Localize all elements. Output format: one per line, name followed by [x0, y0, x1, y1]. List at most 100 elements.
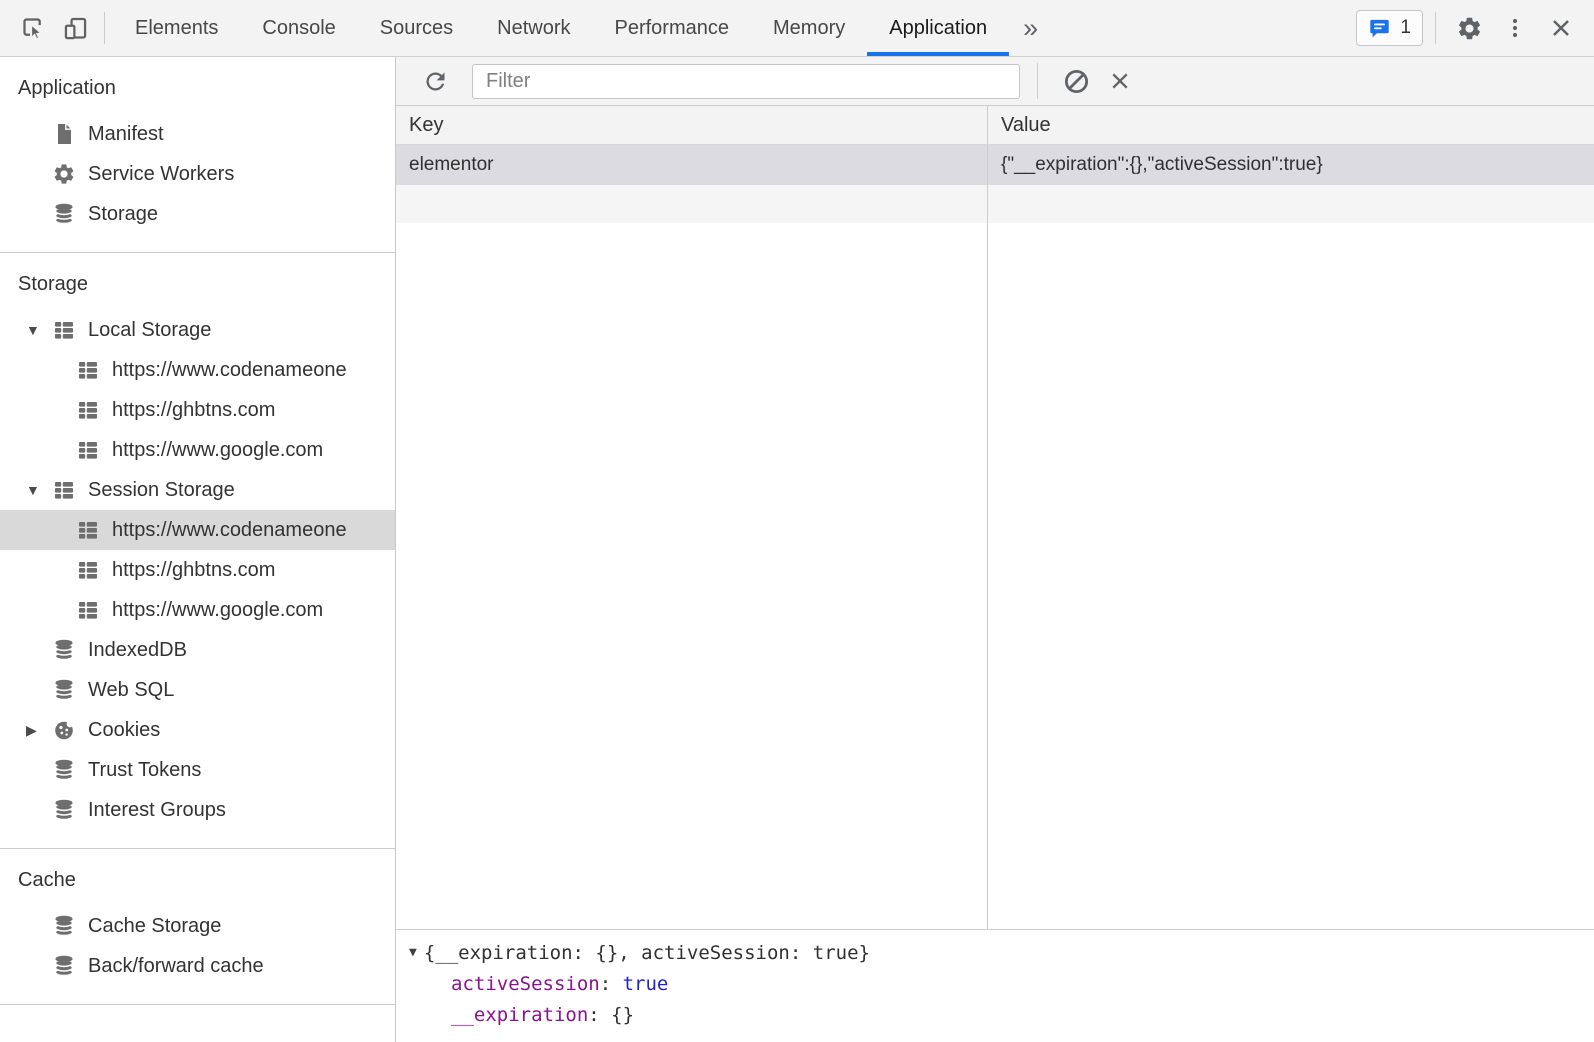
database-icon	[52, 798, 76, 822]
tab-elements[interactable]: Elements	[113, 0, 240, 56]
table-icon	[76, 398, 100, 422]
tree-item-label: Cookies	[88, 719, 160, 742]
property-value: {}	[611, 1004, 634, 1026]
more-tabs-button[interactable]: »	[1009, 0, 1052, 56]
column-header-value: Value	[988, 106, 1594, 144]
tab-memory[interactable]: Memory	[751, 0, 867, 56]
tree-item-indexeddb[interactable]: IndexedDB	[0, 630, 395, 670]
close-icon	[1548, 15, 1574, 41]
device-toolbar-button[interactable]	[54, 0, 96, 56]
clear-icon	[1107, 68, 1133, 94]
issues-button[interactable]: 1	[1356, 10, 1423, 46]
tree-item-label: https://www.google.com	[112, 599, 323, 622]
tab-application[interactable]: Application	[867, 0, 1009, 56]
kebab-menu-icon	[1503, 16, 1527, 40]
devtools-tabbar: Elements Console Sources Network Perform…	[0, 0, 1594, 57]
gear-icon	[1456, 15, 1483, 42]
tab-console[interactable]: Console	[240, 0, 357, 56]
toolbar-divider	[1037, 63, 1038, 99]
settings-button[interactable]	[1448, 0, 1490, 56]
sidebar-item-storage[interactable]: Storage	[0, 194, 395, 234]
datagrid-header: Key Value	[396, 106, 1594, 145]
tree-item-label: Trust Tokens	[88, 759, 201, 782]
tree-item-label: Web SQL	[88, 679, 174, 702]
table-icon	[76, 438, 100, 462]
column-header-key: Key	[396, 106, 988, 144]
database-icon	[52, 638, 76, 662]
tree-item-origin-selected[interactable]: https://www.codenameone	[0, 510, 395, 550]
gear-icon	[52, 162, 76, 186]
database-icon	[52, 202, 76, 226]
storage-toolbar	[396, 57, 1594, 106]
inspect-element-button[interactable]	[12, 0, 54, 56]
refresh-button[interactable]	[413, 59, 457, 103]
device-toolbar-icon	[62, 15, 89, 42]
sidebar-section-next	[0, 1005, 395, 1042]
sidebar-item-manifest[interactable]: Manifest	[0, 114, 395, 154]
tree-item-label: https://www.google.com	[112, 439, 323, 462]
tree-item-label: Session Storage	[88, 479, 235, 502]
tree-item-cookies[interactable]: ▶ Cookies	[0, 710, 395, 750]
object-summary-line: ▼{__expiration: {}, activeSession: true}	[409, 937, 1594, 968]
table-icon	[76, 558, 100, 582]
tabbar-left-tools	[0, 0, 113, 56]
delete-selected-button[interactable]	[1098, 59, 1142, 103]
row-key-cell[interactable]: elementor	[396, 145, 988, 185]
tab-network[interactable]: Network	[475, 0, 592, 56]
table-row[interactable]: elementor {"__expiration":{},"activeSess…	[396, 145, 1594, 185]
tree-item-interest-groups[interactable]: Interest Groups	[0, 790, 395, 830]
datagrid-filler	[396, 223, 1594, 929]
tree-item-origin[interactable]: https://ghbtns.com	[0, 550, 395, 590]
object-property-line: activeSession: true	[409, 968, 1594, 999]
refresh-icon	[422, 68, 449, 95]
tree-item-origin[interactable]: https://www.google.com	[0, 590, 395, 630]
row-value-cell[interactable]: {"__expiration":{},"activeSession":true}	[988, 145, 1594, 185]
sidebar-section-application: Application Manifest	[0, 57, 395, 253]
issues-count: 1	[1400, 17, 1411, 39]
tabbar-right-tools: 1	[1356, 0, 1594, 56]
sidebar-item-service-workers[interactable]: Service Workers	[0, 154, 395, 194]
section-title-cache: Cache	[0, 857, 395, 906]
chevron-down-icon[interactable]: ▼	[26, 322, 52, 338]
tree-item-trust-tokens[interactable]: Trust Tokens	[0, 750, 395, 790]
section-title-storage: Storage	[0, 261, 395, 310]
database-icon	[52, 678, 76, 702]
property-name: activeSession	[451, 973, 600, 995]
sidebar-item-label: Manifest	[88, 123, 164, 146]
tree-item-label: https://ghbtns.com	[112, 399, 275, 422]
tree-item-origin[interactable]: https://www.codenameone	[0, 350, 395, 390]
tree-item-origin[interactable]: https://www.google.com	[0, 430, 395, 470]
inspect-icon	[20, 15, 47, 42]
more-options-button[interactable]	[1494, 0, 1536, 56]
filter-input[interactable]	[472, 64, 1020, 99]
table-icon	[76, 598, 100, 622]
table-row-empty[interactable]	[396, 185, 1594, 223]
sidebar-item-label: Service Workers	[88, 163, 234, 186]
sidebar-item-label: Back/forward cache	[88, 955, 264, 978]
sidebar-item-cache-storage[interactable]: Cache Storage	[0, 906, 395, 946]
sidebar-item-back-forward-cache[interactable]: Back/forward cache	[0, 946, 395, 986]
chevron-right-icon[interactable]: ▶	[26, 722, 52, 739]
close-devtools-button[interactable]	[1540, 0, 1582, 56]
clear-all-button[interactable]	[1054, 59, 1098, 103]
tabbar-divider	[104, 12, 105, 44]
tree-item-origin[interactable]: https://ghbtns.com	[0, 390, 395, 430]
sidebar-section-cache: Cache Cache Storage	[0, 849, 395, 1005]
tab-sources[interactable]: Sources	[358, 0, 475, 56]
sidebar-item-label: Cache Storage	[88, 915, 221, 938]
section-title-application: Application	[0, 65, 395, 114]
tab-performance[interactable]: Performance	[593, 0, 752, 56]
block-icon	[1062, 67, 1091, 96]
devtools-window: Elements Console Sources Network Perform…	[0, 0, 1594, 1042]
tree-item-web-sql[interactable]: Web SQL	[0, 670, 395, 710]
table-icon	[52, 478, 76, 502]
issues-chat-icon	[1368, 17, 1391, 40]
expand-triangle-icon[interactable]: ▼	[409, 945, 417, 960]
tree-item-local-storage[interactable]: ▼ Local Storage	[0, 310, 395, 350]
table-icon	[76, 358, 100, 382]
key-value-datagrid: Key Value elementor {"__expiration":{},"…	[396, 106, 1594, 929]
tree-item-session-storage[interactable]: ▼ Session Storage	[0, 470, 395, 510]
tree-item-label: Local Storage	[88, 319, 211, 342]
chevron-down-icon[interactable]: ▼	[26, 482, 52, 498]
document-icon	[52, 122, 76, 146]
